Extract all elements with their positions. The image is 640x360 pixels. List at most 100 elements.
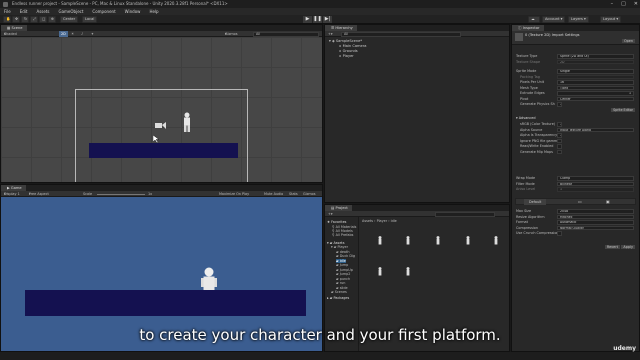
monitor-icon[interactable]: ▭: [578, 199, 582, 205]
field-value[interactable]: 2048: [557, 209, 634, 214]
pivot-local-toggle[interactable]: Local: [82, 16, 98, 23]
field-checkbox[interactable]: [557, 138, 562, 144]
field-value[interactable]: Normal Quality: [557, 225, 634, 231]
breadcrumb-idle[interactable]: idle: [391, 219, 397, 223]
field-label: Texture Type: [516, 54, 538, 58]
menu-edit[interactable]: Edit: [20, 8, 28, 15]
account-dropdown[interactable]: Account ▾: [542, 16, 566, 23]
unity-scene-icon: ◈: [331, 39, 335, 43]
folder-icon: ▰: [336, 249, 339, 254]
menu-file[interactable]: File: [4, 8, 11, 15]
field-value[interactable]: Clamp: [557, 176, 634, 181]
hierarchy-item-grounds[interactable]: ▫ Grounds: [339, 49, 358, 53]
field-checkbox[interactable]: ✓: [557, 122, 562, 127]
field-value[interactable]: Center: [557, 96, 634, 102]
sprite-thumbnail[interactable]: [493, 236, 499, 245]
scene-search-input[interactable]: All: [253, 31, 319, 37]
scale-slider[interactable]: [97, 193, 145, 195]
window-controls: – □ ✕: [611, 0, 638, 8]
rotate-tool-icon[interactable]: ↻: [21, 16, 29, 23]
anim-folder[interactable]: ▰ Duck Dig: [336, 254, 355, 258]
sprite-thumbnail[interactable]: [405, 236, 411, 245]
sprite-thumbnail[interactable]: [377, 236, 383, 245]
field-value[interactable]: Automatic: [557, 220, 634, 225]
menu-help[interactable]: Help: [149, 8, 158, 15]
field-label: Ignore PNG file gamma: [520, 138, 560, 143]
anim-folder[interactable]: ▰ Jump2: [336, 272, 350, 276]
revert-button[interactable]: Revert: [604, 245, 620, 249]
step-button[interactable]: ▶|: [323, 16, 332, 23]
android-icon[interactable]: ▣: [606, 199, 610, 205]
field-value[interactable]: 1: [557, 91, 634, 96]
field-value[interactable]: Single: [557, 69, 634, 74]
sprite-thumbnail[interactable]: [435, 236, 441, 245]
field-checkbox[interactable]: [557, 231, 562, 236]
pause-button[interactable]: ❚❚: [313, 16, 322, 23]
game-tab-label: Game: [10, 186, 22, 190]
menu-component[interactable]: Component: [92, 8, 115, 15]
favorites-header[interactable]: ★ Favorites: [327, 220, 346, 224]
anim-folder[interactable]: ▰ run: [336, 281, 345, 285]
collab-icon[interactable]: ☁: [528, 16, 540, 23]
field-label: Texture Shape: [516, 59, 541, 64]
hierarchy-scene-root[interactable]: ▾ ◈ SampleScene*: [329, 39, 362, 43]
close-icon[interactable]: ✕: [634, 0, 638, 8]
field-value[interactable]: Mitchell: [557, 214, 634, 220]
scenes-folder[interactable]: ▰ Scenes: [331, 290, 347, 294]
layers-dropdown[interactable]: Layers ▾: [568, 16, 589, 23]
player-folder[interactable]: ▾ ▰ Player: [331, 245, 348, 249]
anim-folder[interactable]: ▰ JumpUp: [336, 268, 353, 272]
create-plus-icon[interactable]: +▾: [328, 31, 333, 37]
sprite-thumbnail[interactable]: [465, 236, 471, 245]
field-value[interactable]: Bilinear: [557, 181, 634, 187]
open-button[interactable]: Open: [621, 39, 635, 43]
field-checkbox[interactable]: ✓: [557, 102, 562, 107]
sprite-thumbnail[interactable]: [377, 267, 383, 276]
field-value[interactable]: 16: [557, 80, 634, 85]
breadcrumb-player[interactable]: Player: [377, 219, 388, 223]
play-button[interactable]: ▶: [303, 16, 312, 23]
rect-tool-icon[interactable]: ▢: [39, 16, 47, 23]
hierarchy-search-input[interactable]: All: [341, 31, 461, 37]
field-value[interactable]: Input Texture Alpha: [557, 127, 634, 133]
field-value[interactable]: 2D: [557, 59, 634, 65]
tab-default-platform[interactable]: Default: [524, 199, 547, 205]
menu-window[interactable]: Window: [125, 8, 141, 15]
transform-tool-icon[interactable]: ⊕: [48, 16, 56, 23]
scale-tool-icon[interactable]: ⤢: [30, 16, 38, 23]
scene-panel: ▦ Scene Shaded ▾ 2D ☀ ♪ ✦ Gizmos ▾ All: [0, 24, 323, 183]
field-checkbox[interactable]: [557, 149, 562, 155]
field-value[interactable]: 1: [557, 187, 634, 192]
field-checkbox[interactable]: ✓: [557, 133, 562, 138]
anim-folder[interactable]: ▰ punch: [336, 277, 350, 281]
project-search-input[interactable]: [435, 211, 495, 217]
pivot-center-toggle[interactable]: Center: [60, 16, 79, 23]
packages-folder[interactable]: ▸ ▰ Packages: [327, 296, 349, 300]
hierarchy-item-player[interactable]: ▫ Player: [339, 54, 354, 58]
anim-folder[interactable]: ▰ slide: [336, 286, 348, 290]
menu-assets[interactable]: Assets: [36, 8, 49, 15]
anim-folder[interactable]: ▰ Jump: [336, 263, 348, 267]
apply-button[interactable]: Apply: [621, 245, 635, 249]
field-value[interactable]: [557, 74, 634, 80]
layout-dropdown[interactable]: Layout ▾: [600, 16, 622, 23]
hierarchy-item-main-camera[interactable]: ▫ Main Camera: [339, 44, 366, 48]
breadcrumb-assets[interactable]: Assets: [362, 219, 373, 223]
menu-gameobject[interactable]: GameObject: [58, 8, 83, 15]
scene-player-sprite[interactable]: [181, 112, 193, 134]
anim-folder-selected[interactable]: ▰ idle: [336, 258, 346, 263]
minimize-icon[interactable]: –: [611, 0, 614, 8]
sprite-thumbnail[interactable]: [405, 267, 411, 276]
scene-viewport[interactable]: [1, 37, 322, 182]
sprite-editor-button[interactable]: Sprite Editor: [611, 108, 635, 112]
field-checkbox[interactable]: [557, 144, 562, 149]
move-tool-icon[interactable]: ✥: [12, 16, 20, 23]
maximize-icon[interactable]: □: [621, 0, 626, 8]
scene-platform[interactable]: [89, 143, 238, 158]
field-value[interactable]: Tight: [557, 85, 634, 91]
hand-tool-icon[interactable]: ✋: [3, 16, 11, 23]
anim-folder[interactable]: ▰ death: [336, 250, 349, 254]
advanced-foldout[interactable]: ▾ Advanced: [512, 116, 639, 121]
field-value[interactable]: Sprite (2D and UI): [557, 54, 634, 59]
favorite-item[interactable]: ⚲ All Prefabs: [332, 233, 353, 237]
